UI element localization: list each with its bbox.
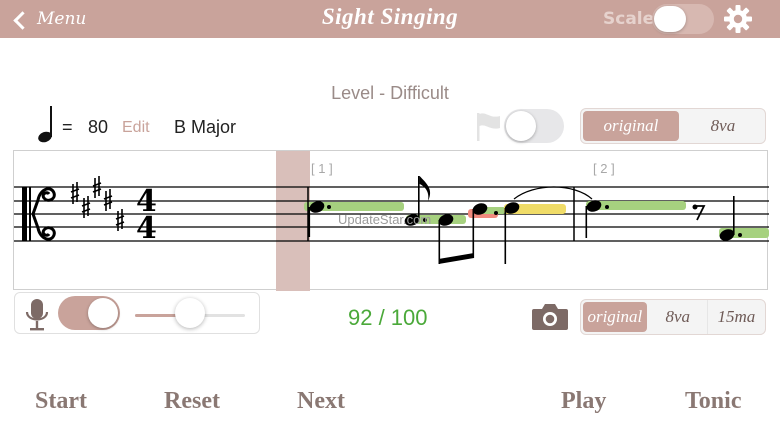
scale-toggle-knob: [654, 6, 686, 32]
tempo-value: 80: [88, 117, 109, 137]
level-label: Level - Difficult: [331, 83, 449, 103]
measure-label-1: [ 1 ]: [311, 161, 333, 176]
volume-slider-knob[interactable]: [175, 298, 205, 328]
microphone-toggle[interactable]: [58, 296, 120, 330]
tempo-equals: =: [62, 117, 73, 137]
octave-playback-original[interactable]: original: [583, 302, 647, 332]
play-button[interactable]: Play: [561, 388, 606, 415]
octave-display-selector: original 8va: [580, 108, 766, 144]
sharps: [70, 176, 125, 231]
header-bar: Menu Sight Singing Scale: [0, 0, 780, 38]
flag-toggle-knob: [506, 111, 536, 141]
reset-button[interactable]: Reset: [164, 388, 220, 415]
octave-playback-8va[interactable]: 8va: [649, 300, 707, 334]
microphone-toggle-knob: [88, 298, 118, 328]
octave-display-original[interactable]: original: [583, 111, 679, 141]
time-signature-bottom: 4: [136, 211, 157, 246]
flag-toggle[interactable]: [504, 109, 564, 143]
score-readout: 92 / 100: [348, 305, 428, 330]
tonic-button[interactable]: Tonic: [685, 388, 741, 415]
key-signature-label: B Major: [174, 117, 237, 137]
quarter-note-icon: [38, 106, 52, 143]
octave-playback-15ma[interactable]: 15ma: [706, 300, 765, 334]
audio-controls-panel: [14, 292, 260, 334]
scale-toggle[interactable]: [652, 4, 714, 34]
next-button[interactable]: Next: [297, 388, 345, 415]
scale-label: Scale: [603, 9, 655, 29]
camera-icon[interactable]: [531, 301, 569, 331]
flag-icon: [477, 113, 500, 141]
tie: [513, 186, 593, 200]
measure-label-2: [ 2 ]: [593, 161, 615, 176]
start-button[interactable]: Start: [35, 388, 87, 415]
watermark-text: UpdateStar.com: [338, 212, 432, 227]
gear-icon[interactable]: [722, 3, 754, 35]
octave-display-8va[interactable]: 8va: [681, 109, 765, 143]
tempo-edit-button[interactable]: Edit: [122, 119, 150, 137]
octave-playback-selector: original 8va 15ma: [580, 299, 766, 335]
microphone-icon: [25, 299, 49, 331]
playhead: [276, 151, 310, 291]
